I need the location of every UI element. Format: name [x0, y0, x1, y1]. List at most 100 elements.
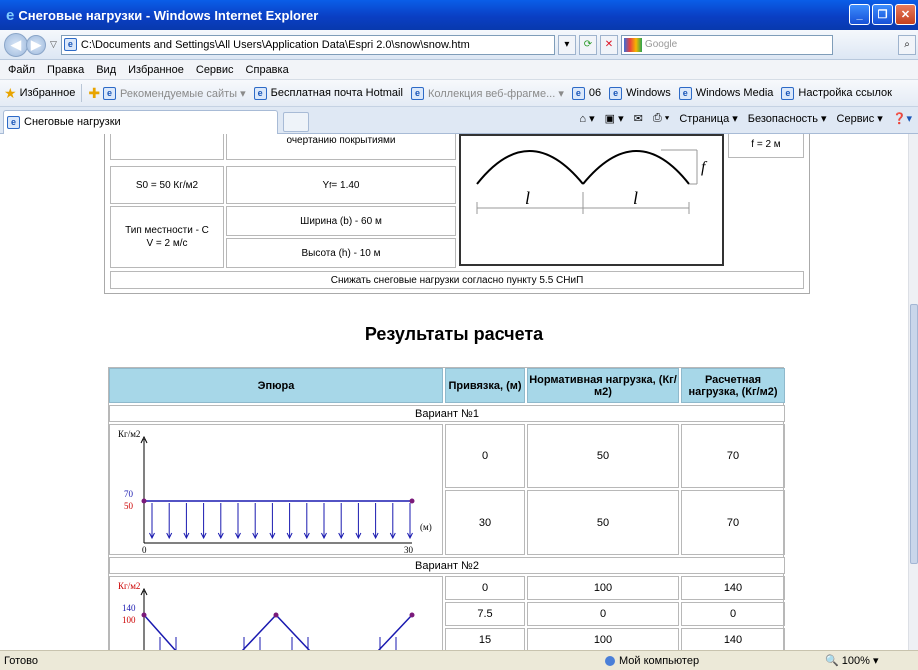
- scrollbar-thumb[interactable]: [910, 304, 918, 564]
- search-icon[interactable]: ⌕: [898, 34, 916, 55]
- command-bar: ⌂ ▾ ▣ ▾ ✉ ⎙ ▾ Страница ▾ Безопасность ▾ …: [579, 112, 912, 125]
- v1-point-start: [141, 498, 147, 504]
- v1-xtick-end: 30: [404, 545, 414, 553]
- favorite-link[interactable]: e Рекомендуемые сайты ▾: [103, 86, 246, 100]
- v2-ytick-top: 140: [122, 603, 136, 613]
- close-button[interactable]: ✕: [895, 4, 916, 25]
- maximize-button[interactable]: ❐: [872, 4, 893, 25]
- stop-button[interactable]: ✕: [599, 34, 618, 55]
- address-input[interactable]: e C:\Documents and Settings\All Users\Ap…: [60, 34, 555, 55]
- v2-row1-binding: 0: [445, 576, 525, 600]
- favorite-link[interactable]: e Windows Media: [678, 86, 773, 100]
- gamma-f-cell: Yf = 1.40: [226, 166, 456, 204]
- search-input[interactable]: Google: [620, 34, 833, 55]
- address-text: C:\Documents and Settings\All Users\Appl…: [80, 38, 470, 51]
- page-icon: e: [678, 86, 692, 100]
- feeds-icon[interactable]: ▣ ▾: [605, 112, 624, 125]
- v1-row1-binding: 0: [445, 424, 525, 488]
- terrain-cell: Тип местности - C V = 2 м/с: [110, 206, 224, 268]
- v2-row1-normative: 100: [527, 576, 679, 600]
- v1-row2-binding: 30: [445, 490, 525, 555]
- results-table: Эпюра Привязка, (м) Нормативная нагрузка…: [108, 367, 785, 650]
- variant-2-epure: Кг/м2 140 100: [109, 576, 443, 650]
- history-dropdown-icon[interactable]: ▽: [50, 39, 57, 50]
- param-cell: [110, 134, 224, 160]
- minimize-button[interactable]: _: [849, 4, 870, 25]
- menu-help[interactable]: Справка: [246, 64, 289, 76]
- variant-1-label: Вариант №1: [109, 405, 785, 422]
- favorite-link[interactable]: e Бесплатная почта Hotmail: [253, 86, 403, 100]
- page-icon: e: [571, 86, 585, 100]
- header-epure: Эпюра: [109, 368, 443, 403]
- variant-2-label: Вариант №2: [109, 557, 785, 574]
- back-button[interactable]: ◀: [4, 32, 28, 57]
- variant-2-chart: Кг/м2 140 100: [118, 581, 415, 650]
- roof-scheme: f l l: [459, 134, 724, 266]
- refresh-button[interactable]: ⟳: [578, 34, 597, 55]
- v2-ytick-bot: 100: [122, 615, 136, 625]
- v2-ylabel: Кг/м2: [118, 581, 140, 591]
- page-icon: e: [103, 86, 117, 100]
- print-icon[interactable]: ⎙ ▾: [653, 112, 669, 125]
- status-bar: Готово Мой компьютер 🔍 100% ▾: [0, 650, 918, 670]
- favorite-link[interactable]: e 06: [571, 86, 601, 100]
- v1-row1-normative: 50: [527, 424, 679, 488]
- window-titlebar: e Снеговые нагрузки - Windows Internet E…: [0, 0, 918, 30]
- new-tab-button[interactable]: [283, 111, 309, 132]
- v1-row2-normative: 50: [527, 490, 679, 555]
- v1-ytick-bot: 50: [124, 501, 134, 511]
- page-icon: e: [609, 86, 623, 100]
- favorite-link[interactable]: e Настройка ссылок: [781, 86, 892, 100]
- tools-menu[interactable]: Сервис ▾: [837, 112, 883, 125]
- v2-row1-design: 140: [681, 576, 785, 600]
- home-icon[interactable]: ⌂ ▾: [579, 112, 594, 125]
- address-toolbar: ◀ ▶ ▽ e C:\Documents and Settings\All Us…: [0, 30, 918, 60]
- variant-1-chart: Кг/м2 70 50 (м) 0 30: [118, 429, 432, 553]
- roof-note: очертанию покрытиями: [226, 134, 456, 160]
- zoom-control[interactable]: 🔍 100% ▾: [825, 654, 878, 667]
- help-icon[interactable]: ❓▾: [893, 112, 912, 125]
- security-zone: Мой компьютер: [605, 655, 795, 667]
- page-icon: e: [7, 115, 20, 129]
- menu-favorites[interactable]: Избранное: [128, 64, 184, 76]
- page-menu[interactable]: Страница ▾: [679, 112, 737, 125]
- safety-menu[interactable]: Безопасность ▾: [748, 112, 827, 125]
- menu-tools[interactable]: Сервис: [196, 64, 234, 76]
- menu-file[interactable]: Файл: [8, 64, 35, 76]
- computer-zone-icon: [605, 655, 615, 666]
- results-title: Результаты расчета: [364, 324, 544, 344]
- favorites-divider: [81, 84, 83, 102]
- forward-button[interactable]: ▶: [26, 34, 46, 55]
- favorites-button[interactable]: Избранное: [20, 87, 76, 99]
- window-title: Снеговые нагрузки - Windows Internet Exp…: [18, 7, 319, 23]
- page-icon: e: [63, 38, 77, 51]
- favorites-star-icon: ★: [4, 84, 17, 101]
- reduce-note: Снижать снеговые нагрузки согласно пункт…: [110, 271, 804, 289]
- menu-edit[interactable]: Правка: [47, 64, 84, 76]
- v2-point-1: [141, 612, 147, 618]
- address-dropdown-button[interactable]: ▾: [557, 34, 576, 55]
- menu-view[interactable]: Вид: [96, 64, 116, 76]
- mail-icon[interactable]: ✉: [634, 112, 643, 125]
- header-binding: Привязка, (м): [445, 368, 525, 403]
- status-text: Готово: [4, 654, 38, 667]
- variant-1-epure: Кг/м2 70 50 (м) 0 30: [109, 424, 443, 555]
- width-value: Ширина (b) - 60 м: [226, 206, 456, 236]
- favorite-link[interactable]: e Windows: [609, 86, 671, 100]
- roof-scheme-drawing: f l l: [476, 149, 708, 214]
- tab-snow-loads[interactable]: e Снеговые нагрузки: [3, 109, 278, 134]
- add-favorite-icon[interactable]: ✚: [88, 85, 100, 102]
- vertical-scrollbar[interactable]: [908, 134, 918, 650]
- menu-bar: Файл Правка Вид Избранное Сервис Справка: [0, 60, 918, 80]
- v2-row3-normative: 100: [527, 628, 679, 650]
- v2-point-3: [409, 612, 415, 618]
- v2-row2-normative: 0: [527, 602, 679, 626]
- favorite-link[interactable]: e Коллекция веб-фрагме... ▾: [410, 86, 564, 100]
- v1-point-end: [409, 498, 415, 504]
- favorites-bar: ★ Избранное ✚ e Рекомендуемые сайты ▾ e Бе…: [0, 80, 918, 107]
- v2-row2-design: 0: [681, 602, 785, 626]
- v1-xtick-start: 0: [142, 545, 147, 553]
- f-value: f = 2 м: [728, 134, 804, 158]
- v1-xlabel: (м): [420, 522, 432, 532]
- scheme-f-label: f: [701, 159, 708, 176]
